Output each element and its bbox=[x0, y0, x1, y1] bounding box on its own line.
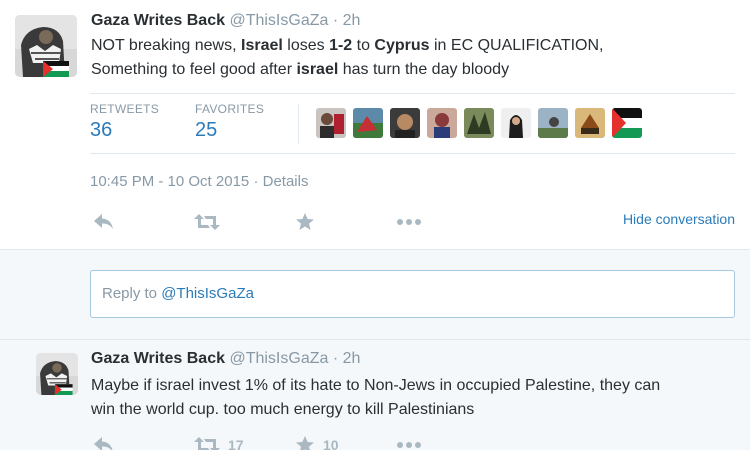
more-button[interactable] bbox=[396, 432, 422, 450]
favoriter-avatar[interactable] bbox=[427, 108, 457, 138]
retweet-icon bbox=[194, 437, 220, 450]
reply-icon bbox=[94, 214, 113, 229]
reply-prefix: Reply to bbox=[102, 285, 162, 302]
expanded-tweet: Gaza Writes Back @ThisIsGaZa · 2h NOT br… bbox=[0, 0, 750, 250]
text-segment: to bbox=[352, 37, 375, 54]
tweet-text-line-2: Something to feel good after israel has … bbox=[91, 58, 604, 82]
meta-separator: · bbox=[253, 173, 259, 190]
favoriter-avatar[interactable] bbox=[538, 108, 568, 138]
text-segment: in EC QUALIFICATION, bbox=[429, 37, 604, 54]
text-segment: Something to feel good after bbox=[91, 61, 297, 78]
text-segment: has turn the day bloody bbox=[338, 61, 510, 78]
hide-conversation-link[interactable]: Hide conversation bbox=[623, 211, 735, 227]
separator-dot: · bbox=[332, 12, 339, 29]
retweets-label: RETWEETS bbox=[90, 102, 160, 116]
tweet-header: Gaza Writes Back @ThisIsGaZa · 2h bbox=[91, 350, 360, 368]
details-link[interactable]: Details bbox=[263, 173, 309, 190]
reply-tweet[interactable]: Gaza Writes Back @ThisIsGaZa · 2h Maybe … bbox=[0, 340, 750, 450]
author-name[interactable]: Gaza Writes Back bbox=[91, 12, 225, 29]
favoriter-avatar[interactable] bbox=[353, 108, 383, 138]
tweet-timestamp[interactable]: 10:45 PM - 10 Oct 2015 bbox=[90, 173, 249, 190]
separator-dot: · bbox=[332, 350, 339, 367]
tweet-text: Maybe if israel invest 1% of its hate to… bbox=[91, 374, 660, 422]
favoriter-avatar[interactable] bbox=[464, 108, 494, 138]
reply-composer-area: Reply to @ThisIsGaZa bbox=[0, 250, 750, 340]
tweet-time[interactable]: 2h bbox=[343, 350, 361, 367]
favoriter-avatar[interactable] bbox=[501, 108, 531, 138]
avatar[interactable] bbox=[15, 15, 77, 77]
retweet-button[interactable]: 17 bbox=[194, 432, 244, 450]
favoriter-avatar[interactable] bbox=[390, 108, 420, 138]
reply-button[interactable] bbox=[93, 209, 115, 235]
author-handle[interactable]: @ThisIsGaZa bbox=[229, 12, 328, 29]
tweet-actions: Hide conversation bbox=[90, 209, 735, 235]
tweet-text-line-2: win the world cup. too much energy to ki… bbox=[91, 401, 475, 418]
tweet-time[interactable]: 2h bbox=[343, 12, 361, 29]
tweet-text-line-1: Maybe if israel invest 1% of its hate to… bbox=[91, 377, 661, 394]
retweet-count: 17 bbox=[228, 437, 244, 450]
star-icon bbox=[296, 213, 314, 230]
tweet-text-line-1: NOT breaking news, Israel loses 1-2 to C… bbox=[91, 34, 604, 58]
favoriter-avatar[interactable] bbox=[575, 108, 605, 138]
bold-keyword: Cyprus bbox=[374, 37, 430, 54]
tweet-stats: RETWEETS 36 FAVORITES 25 bbox=[90, 93, 735, 154]
star-icon bbox=[296, 436, 314, 450]
favorites-stat[interactable]: FAVORITES 25 bbox=[195, 102, 264, 142]
favorites-count: 25 bbox=[195, 119, 218, 141]
text-segment: loses bbox=[282, 37, 330, 54]
reply-icon bbox=[94, 437, 113, 450]
more-icon bbox=[397, 219, 421, 225]
tweet-meta: 10:45 PM - 10 Oct 2015 · Details bbox=[90, 173, 308, 190]
bold-keyword: israel bbox=[296, 61, 339, 78]
retweet-icon bbox=[194, 214, 220, 230]
favorite-button[interactable]: 10 bbox=[295, 432, 339, 450]
retweet-button[interactable] bbox=[194, 209, 220, 235]
retweets-stat[interactable]: RETWEETS 36 bbox=[90, 102, 159, 142]
bold-keyword: Israel bbox=[241, 37, 283, 54]
retweets-count: 36 bbox=[90, 119, 113, 141]
favorite-button[interactable] bbox=[295, 209, 315, 235]
text-segment: NOT breaking news, bbox=[91, 37, 241, 54]
reply-mention: @ThisIsGaZa bbox=[161, 285, 254, 302]
tweet-header: Gaza Writes Back @ThisIsGaZa · 2h bbox=[91, 12, 360, 30]
more-icon bbox=[397, 442, 421, 448]
stats-divider bbox=[298, 104, 299, 144]
more-button[interactable] bbox=[396, 209, 422, 235]
favorites-label: FAVORITES bbox=[195, 102, 265, 116]
bold-keyword: 1-2 bbox=[329, 37, 353, 54]
favoriter-avatar[interactable] bbox=[612, 108, 642, 138]
favoriter-avatar[interactable] bbox=[316, 108, 346, 138]
avatar[interactable] bbox=[36, 353, 78, 395]
tweet-actions: 17 10 bbox=[90, 432, 735, 450]
reply-button[interactable] bbox=[93, 432, 115, 450]
author-handle[interactable]: @ThisIsGaZa bbox=[229, 350, 328, 367]
reply-input[interactable]: Reply to @ThisIsGaZa bbox=[90, 270, 735, 318]
favorite-count: 10 bbox=[323, 437, 339, 450]
tweet-text: NOT breaking news, Israel loses 1-2 to C… bbox=[91, 34, 604, 82]
author-name[interactable]: Gaza Writes Back bbox=[91, 350, 225, 367]
